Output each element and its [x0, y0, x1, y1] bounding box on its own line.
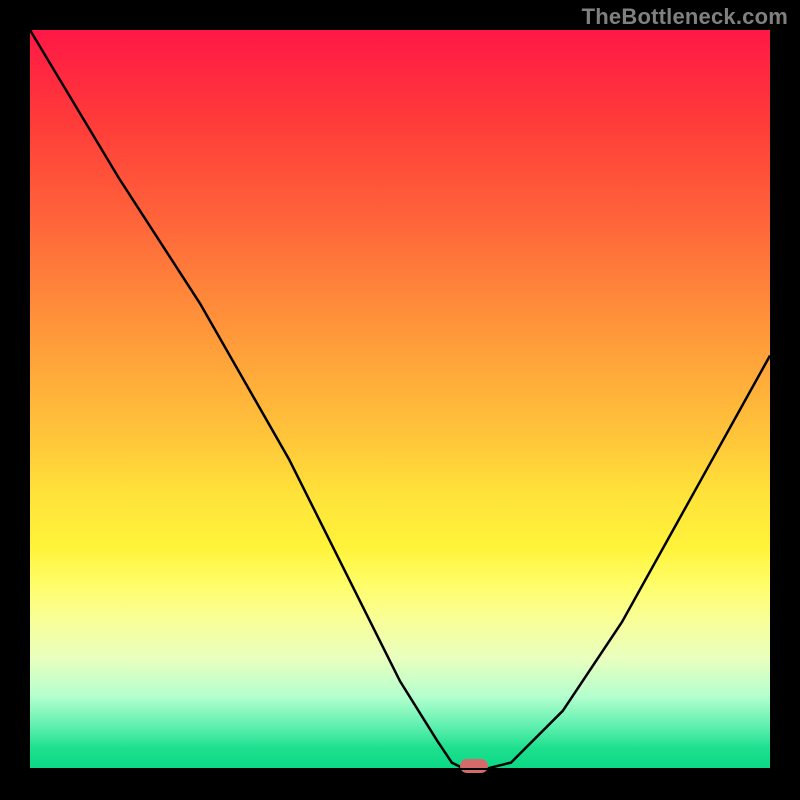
chart-frame: TheBottleneck.com: [0, 0, 800, 800]
x-axis-baseline: [30, 768, 770, 770]
bottleneck-curve: [30, 30, 770, 770]
curve-path: [30, 30, 770, 770]
watermark-text: TheBottleneck.com: [582, 4, 788, 30]
optimum-marker: [460, 759, 488, 773]
plot-area: [30, 30, 770, 770]
